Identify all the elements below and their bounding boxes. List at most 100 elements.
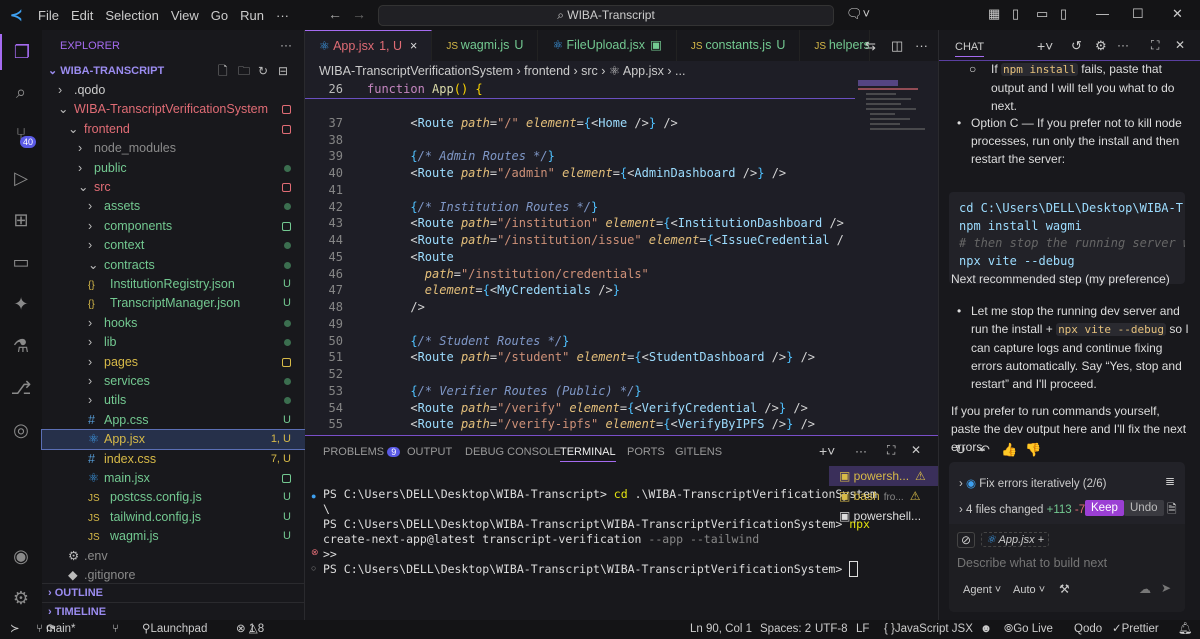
tab-debug-console[interactable]: DEBUG CONSOLE <box>465 446 561 458</box>
toggle-panel-icon[interactable]: ▭ <box>1036 6 1048 22</box>
back-icon[interactable]: ← <box>328 6 342 22</box>
editor-tab[interactable]: JS helpers.js <box>800 30 871 61</box>
attach-icon[interactable]: ⊘ <box>957 532 976 548</box>
tree-item[interactable]: › components <box>42 217 305 236</box>
encoding[interactable]: UTF-8 <box>815 620 848 639</box>
minimize-icon[interactable]: — <box>1096 6 1109 21</box>
indentation[interactable]: Spaces: 2 <box>760 620 811 639</box>
tree-item[interactable]: JS tailwind.config.js U <box>42 508 305 527</box>
delegate-cloud-icon[interactable]: ☁ <box>1139 582 1151 596</box>
tree-item[interactable]: › utils <box>42 391 305 410</box>
minimap[interactable] <box>858 80 928 260</box>
toggle-sidebar-icon[interactable]: ▯ <box>1012 6 1019 22</box>
task-list-icon[interactable]: ≣ <box>1165 474 1175 488</box>
tree-item[interactable]: {} InstitutionRegistry.json U <box>42 275 305 294</box>
code-editor[interactable]: 26 function App() {37 <Route path="/" ele… <box>305 81 855 448</box>
keep-button[interactable]: Keep <box>1085 500 1124 516</box>
menu-selection[interactable]: Selection <box>105 8 158 23</box>
files-changed[interactable]: › 4 files changed +113 -7 <box>959 504 1085 516</box>
breadcrumb-item[interactable]: frontend <box>524 64 570 78</box>
tree-item[interactable]: ⚙ .env <box>42 547 305 566</box>
split-editor-icon[interactable]: ◫ <box>891 38 903 54</box>
tree-item[interactable]: JS wagmi.js U <box>42 527 305 546</box>
review-icon[interactable]: 🗎 <box>1167 500 1177 521</box>
gitlens-status-icon[interactable]: ⑂ <box>112 620 119 639</box>
forward-icon[interactable]: → <box>352 6 366 22</box>
thumbs-down-icon[interactable]: 👎 <box>1025 442 1041 458</box>
tab-ports[interactable]: PORTS <box>627 446 665 458</box>
tree-item[interactable]: # App.css U <box>42 411 305 430</box>
line-ending[interactable]: LF <box>856 620 869 639</box>
tree-item[interactable]: › hooks <box>42 314 305 333</box>
menu-edit[interactable]: Edit <box>71 8 93 23</box>
outline-section[interactable]: › OUTLINE <box>42 583 305 602</box>
explorer-more-button[interactable]: ··· <box>280 38 292 52</box>
menu-view[interactable]: View <box>171 8 199 23</box>
tree-item[interactable]: ⚛ App.jsx 1, U <box>41 429 306 451</box>
history-icon[interactable]: ↺ <box>1071 38 1082 54</box>
account-icon[interactable]: ◉ <box>0 538 42 574</box>
launchpad[interactable]: ⚲ Launchpad <box>142 620 207 639</box>
go-live[interactable]: ⦾ Go Live <box>1004 620 1053 639</box>
panel-more-icon[interactable]: ··· <box>855 444 867 458</box>
tree-item[interactable]: ⚛ main.jsx <box>42 469 305 488</box>
editor-tab[interactable]: ⚛ FileUpload.jsx ▣ <box>538 30 677 61</box>
testing-icon[interactable]: ⚗ <box>0 328 42 364</box>
qodo-icon[interactable]: ◎ <box>0 412 42 448</box>
customize-layout-icon[interactable]: ▦ <box>988 6 1000 22</box>
source-control-icon[interactable]: ⑂ 40 <box>0 116 42 152</box>
retry-icon[interactable]: ↻ <box>955 442 966 458</box>
prettier-status[interactable]: ✓ Prettier <box>1112 620 1159 639</box>
explorer-icon[interactable]: ❐ <box>0 34 42 70</box>
tab-problems[interactable]: PROBLEMS 9 <box>323 446 401 458</box>
gitlens-icon[interactable]: ⎇ <box>0 370 42 406</box>
tree-item[interactable]: {} TranscriptManager.json U <box>42 294 305 313</box>
chat-input[interactable] <box>957 556 1177 570</box>
tree-item[interactable]: › assets <box>42 197 305 216</box>
menu-more[interactable]: ··· <box>276 8 289 23</box>
problems-indicator[interactable]: ⊗ 1 △ 8 <box>236 620 264 639</box>
tree-item[interactable]: › node_modules <box>42 139 305 158</box>
tree-item[interactable]: › lib <box>42 333 305 352</box>
tree-item[interactable]: › pages <box>42 353 305 372</box>
model-dropdown[interactable]: Auto ˅ <box>1013 584 1045 596</box>
thumbs-up-icon[interactable]: 👍 <box>1001 442 1017 458</box>
terminal-instance[interactable]: ▣ powershell... <box>829 506 938 526</box>
qodo-status[interactable]: Qodo <box>1074 620 1102 639</box>
tree-item[interactable]: ⌄ WIBA-TranscriptVerificationSystem <box>42 100 305 119</box>
search-view-icon[interactable]: ⌕ <box>0 74 42 110</box>
tree-item[interactable]: ⌄ frontend <box>42 120 305 139</box>
run-debug-icon[interactable]: ▷ <box>0 160 42 196</box>
maximize-chat-icon[interactable]: ⛶ <box>1151 38 1159 53</box>
tab-output[interactable]: OUTPUT <box>407 446 452 458</box>
tree-item[interactable]: › public <box>42 159 305 178</box>
close-chat-icon[interactable]: ✕ <box>1175 38 1185 52</box>
language-mode[interactable]: { } JavaScript JSX <box>884 620 973 639</box>
remote-icon[interactable]: ≻ <box>10 620 20 639</box>
command-center-search[interactable]: ⌕ WIBA-Transcript <box>378 5 834 26</box>
terminal-prompt[interactable]: PS C:\Users\DELL\Desktop\WIBA-Transcript… <box>323 561 859 577</box>
close-window-icon[interactable]: ✕ <box>1172 6 1183 22</box>
new-file-icon[interactable]: 🗋 <box>218 62 228 81</box>
copilot-icon[interactable]: ☻ <box>980 620 992 639</box>
tree-item[interactable]: JS postcss.config.js U <box>42 488 305 507</box>
editor-tab[interactable]: ⚛ App.jsx 1, U × <box>305 30 433 61</box>
menu-file[interactable]: File <box>38 8 59 23</box>
breadcrumb-item[interactable]: src <box>581 64 598 78</box>
open-changes-icon[interactable]: ⇆ <box>865 38 876 54</box>
breadcrumb-item[interactable]: ⚛ App.jsx <box>609 64 664 78</box>
undo-icon[interactable]: ↶ <box>979 442 990 458</box>
maximize-icon[interactable]: ☐ <box>1132 6 1144 22</box>
cursor-position[interactable]: Ln 90, Col 1 <box>690 620 752 639</box>
task-progress[interactable]: › ◉ Fix errors iteratively (2/6) <box>959 476 1106 490</box>
tree-item[interactable]: › services <box>42 372 305 391</box>
close-panel-icon[interactable]: ✕ <box>911 443 921 457</box>
context-attachment[interactable]: ⚛ App.jsx + <box>981 532 1050 547</box>
menu-go[interactable]: Go <box>211 8 228 23</box>
branch-indicator[interactable]: ⑂ main* ⟳ <box>36 620 76 639</box>
tree-item[interactable]: ⌄ contracts <box>42 256 305 275</box>
timeline-section[interactable]: › TIMELINE <box>42 602 305 621</box>
remote-explorer-icon[interactable]: ▭ <box>0 244 42 280</box>
extensions-icon[interactable]: ⊞ <box>0 202 42 238</box>
refresh-icon[interactable]: ↻ <box>258 62 268 81</box>
